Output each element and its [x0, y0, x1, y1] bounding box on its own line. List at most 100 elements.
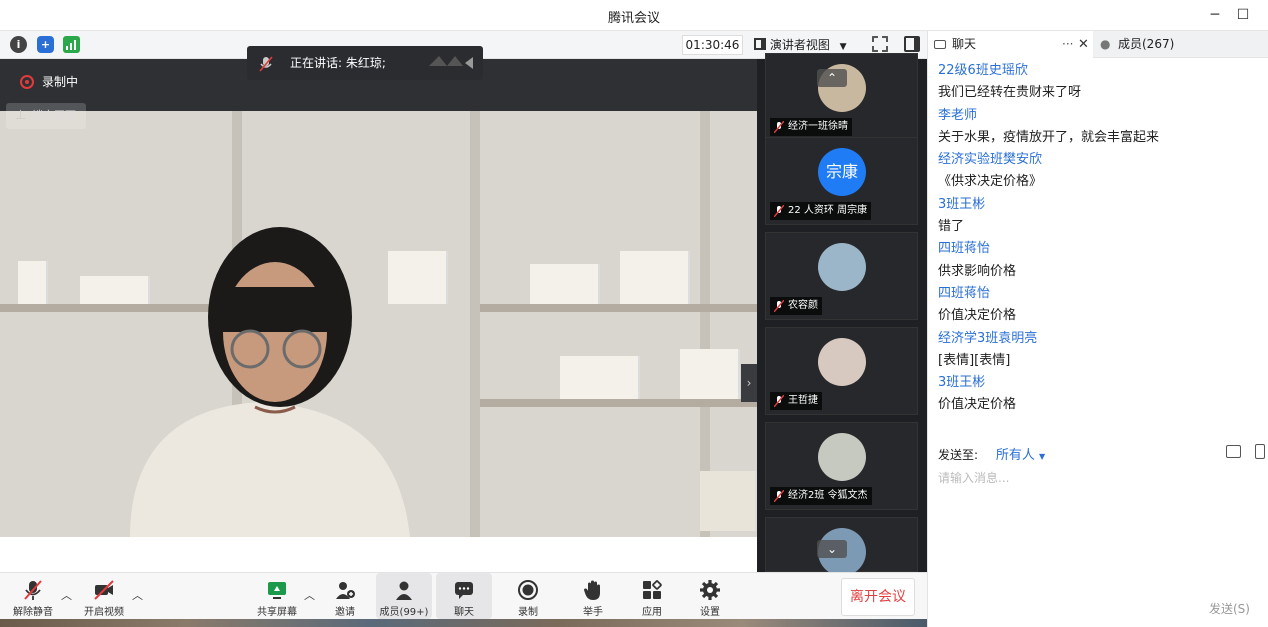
participant-name: 22 人资环 周宗康 — [770, 202, 872, 220]
chevron-down-icon: ⌄ — [826, 542, 838, 556]
tab-members-label: 成员(267) — [1118, 37, 1175, 51]
lock-view-label: 锁定画面 — [32, 109, 76, 122]
participant-thumbnails[interactable]: 经济一班徐晴 ⌃ 宗康 22 人资环 周宗康 农容颜 王哲捷 经济2班 令狐文杰 — [757, 53, 927, 576]
record-icon — [518, 580, 538, 600]
message-sender[interactable]: 经济学3班袁明亮 — [938, 328, 1263, 350]
tab-chat-label: 聊天 — [952, 37, 977, 51]
chat-bubble-icon — [934, 40, 946, 49]
message-sender[interactable]: 四班蒋怡 — [938, 238, 1263, 260]
share-options-caret-icon[interactable]: ︿ — [304, 587, 315, 603]
message-sender[interactable]: 22级6班史瑶欣 — [938, 60, 1263, 82]
fullscreen-icon[interactable] — [872, 36, 888, 52]
unmute-button[interactable]: 解除静音 — [5, 573, 61, 619]
chat-panel: 聊天 ··· ✕ ● 成员(267) 22级6班史瑶欣 我们已经转在贵财来了呀 … — [927, 31, 1268, 627]
leave-meeting-button[interactable]: 离开会议 — [841, 578, 915, 616]
share-screen-label: 共享屏幕 — [257, 607, 297, 618]
video-options-caret-icon[interactable]: ︿ — [132, 587, 143, 603]
presenter-figure — [130, 227, 410, 537]
scroll-up-button[interactable]: ⌃ — [817, 69, 847, 87]
participant-tile[interactable]: 宗康 22 人资环 周宗康 — [765, 137, 918, 225]
recipient-dropdown[interactable]: 所有人 ▼ — [996, 448, 1045, 463]
message-input[interactable]: 请输入消息... — [938, 469, 1009, 486]
gear-icon — [700, 580, 720, 600]
settings-button[interactable]: 设置 — [682, 573, 738, 619]
apps-button[interactable]: 应用 — [624, 573, 680, 619]
participant-tile[interactable]: 经济一班徐晴 — [765, 53, 918, 141]
share-screen-icon — [268, 582, 286, 599]
speaking-wave-icon — [429, 56, 473, 69]
chevron-up-icon: ⌃ — [826, 71, 838, 85]
close-icon[interactable]: ✕ — [1078, 31, 1089, 58]
audio-options-caret-icon[interactable]: ︿ — [61, 587, 72, 603]
message-text: 价值决定价格 — [938, 397, 1017, 413]
tab-chat[interactable]: 聊天 ··· ✕ — [928, 31, 1093, 58]
info-icon[interactable]: i — [10, 36, 27, 53]
layout-icon — [754, 38, 766, 50]
participant-tile[interactable]: 经济2班 令狐文杰 — [765, 422, 918, 510]
background-strip — [0, 619, 927, 627]
share-screen-button[interactable]: 共享屏幕 — [249, 573, 305, 619]
chat-button[interactable]: 聊天 — [436, 573, 492, 619]
record-dot-icon — [20, 75, 34, 89]
chat-icon — [455, 582, 473, 599]
person-icon: ● — [1100, 37, 1111, 51]
maximize-button[interactable]: ☐ — [1230, 4, 1256, 26]
collapse-thumbnails-button[interactable]: › — [741, 364, 757, 402]
message-sender[interactable]: 四班蒋怡 — [938, 283, 1263, 305]
participant-name: 农容颜 — [770, 297, 822, 315]
mic-off-icon — [774, 300, 784, 312]
raise-hand-label: 举手 — [583, 607, 603, 618]
sidebar-toggle-icon[interactable] — [904, 36, 920, 52]
minimize-button[interactable]: ─ — [1202, 4, 1228, 26]
signal-icon[interactable] — [63, 36, 80, 53]
window-title: 腾讯会议 — [607, 11, 660, 26]
message-text: [表情][表情] — [938, 352, 1011, 368]
chevron-down-icon: ▼ — [839, 42, 847, 52]
message-sender[interactable]: 经济实验班樊安欣 — [938, 149, 1263, 171]
security-shield-icon[interactable]: + — [37, 36, 54, 53]
message-text: 供求影响价格 — [938, 263, 1017, 279]
mic-off-icon — [259, 56, 273, 72]
scroll-down-button[interactable]: ⌄ — [817, 540, 847, 558]
mic-off-icon — [24, 580, 42, 600]
send-to-row: 发送至: 所有人 ▼ — [938, 444, 1265, 464]
avatar — [818, 243, 866, 291]
chevron-down-icon: ▼ — [1039, 452, 1046, 461]
members-label: 成员(99+) — [379, 607, 429, 618]
more-options-icon[interactable]: ··· — [1062, 31, 1073, 58]
title-bar: 腾讯会议 ─ ☐ — [0, 0, 1268, 31]
invite-button[interactable]: 邀请 — [317, 573, 373, 619]
message-sender[interactable]: 3班王彬 — [938, 372, 1263, 394]
participant-tile[interactable]: 农容颜 — [765, 232, 918, 320]
settings-label: 设置 — [700, 607, 720, 618]
view-mode-dropdown[interactable]: 演讲者视图 ▼ — [754, 35, 860, 55]
mic-off-icon — [774, 121, 784, 133]
lock-view-button[interactable]: ⊥ 锁定画面 — [6, 103, 86, 129]
mic-off-icon — [774, 395, 784, 407]
participant-name-label: 经济一班徐晴 — [788, 121, 848, 132]
tab-members[interactable]: ● 成员(267) — [1096, 31, 1266, 58]
raise-hand-button[interactable]: 举手 — [565, 573, 621, 619]
message-sender[interactable]: 李老师 — [938, 105, 1263, 127]
participant-name: 王哲捷 — [770, 392, 822, 410]
members-button[interactable]: 成员(99+) — [376, 573, 432, 619]
file-icon[interactable] — [1226, 445, 1241, 458]
panel-tabs: 聊天 ··· ✕ ● 成员(267) — [928, 31, 1268, 58]
participant-name: 经济一班徐晴 — [770, 118, 852, 136]
message-sender[interactable]: 3班王彬 — [938, 194, 1263, 216]
pin-icon: ⊥ — [15, 108, 27, 123]
record-button[interactable]: 录制 — [500, 573, 556, 619]
participant-name-label: 22 人资环 周宗康 — [788, 205, 868, 216]
message-list: 22级6班史瑶欣 我们已经转在贵财来了呀 李老师 关于水果，疫情放开了，就会丰富… — [938, 60, 1263, 417]
chat-label: 聊天 — [454, 607, 474, 618]
invite-icon — [336, 582, 355, 599]
avatar — [818, 433, 866, 481]
send-button[interactable]: 发送(S) — [1209, 600, 1250, 617]
meeting-timer: 01:30:46 — [682, 35, 743, 55]
members-icon — [396, 581, 412, 600]
start-video-button[interactable]: 开启视频 — [76, 573, 132, 619]
screenshot-icon[interactable] — [1255, 444, 1265, 459]
record-label: 录制 — [518, 607, 538, 618]
unmute-label: 解除静音 — [13, 607, 53, 618]
participant-tile[interactable]: 王哲捷 — [765, 327, 918, 415]
